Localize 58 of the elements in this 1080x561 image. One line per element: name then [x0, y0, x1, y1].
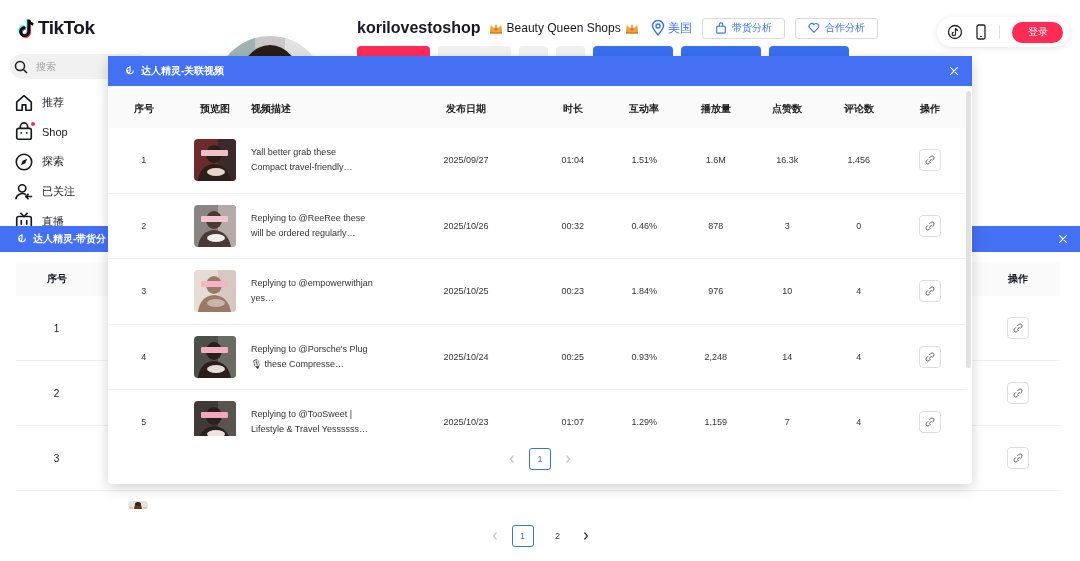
table-cell-text: 1.84% — [630, 286, 658, 297]
table-cell-text: 2 — [52, 387, 61, 399]
column-header: 点赞数 — [771, 102, 804, 116]
table-cell-text: 1 — [140, 155, 148, 166]
video-description: Yall better grab these Compact travel-friendly… — [251, 146, 354, 175]
video-description: Replying to @TooSweet | Lifestyle & Travel Yessssss… — [251, 408, 370, 436]
table-cell-text: 5 — [140, 417, 148, 428]
logo-text: TikTok — [38, 17, 95, 39]
column-header: 播放量 — [699, 102, 732, 116]
table-cell-text: 3 — [783, 220, 791, 231]
table-cell-text: 976 — [707, 286, 725, 297]
table-cell-text: 10 — [781, 286, 794, 297]
table-cell-text: 3 — [52, 452, 61, 464]
table-cell-text: 2025/10/24 — [442, 351, 490, 362]
table-cell-text: 0 — [855, 220, 863, 231]
table-cell-text: 2025/10/23 — [442, 417, 490, 428]
table-cell-text: 2025/10/26 — [442, 220, 490, 231]
table-cell-text: 00:32 — [560, 220, 585, 231]
table-cell-text: 878 — [707, 220, 725, 231]
table-cell-text: 16.3k — [775, 155, 800, 166]
table-cell-text: 1.51% — [630, 155, 658, 166]
table-cell-text: 1 — [52, 322, 61, 334]
table-cell-text: 0.93% — [630, 351, 658, 362]
column-header: 评论数 — [842, 102, 875, 116]
table-cell-text: 01:04 — [560, 155, 585, 166]
table-cell-text: 2,248 — [703, 351, 728, 362]
table-cell-text: 1,456 — [846, 155, 871, 166]
table-cell-text: 2025/09/27 — [442, 155, 490, 166]
video-description: Replying to @empowerwithjan yes… — [251, 277, 373, 306]
table-cell-text: 4 — [855, 351, 863, 362]
table-cell-text: 4 — [855, 286, 863, 297]
table-cell-text: 3 — [140, 286, 148, 297]
region-label: 美国 — [667, 19, 692, 37]
table-cell-text: 2 — [140, 220, 148, 231]
table-cell-text: 14 — [781, 351, 794, 362]
video-description: Replying to @ReeRee these will be ordered regularly… — [251, 211, 367, 240]
table-cell-text: 1.29% — [630, 417, 658, 428]
video-description: Replying to @Porsche's Plug 🎙 these Compresse… — [251, 342, 369, 371]
table-cell-text: 01:07 — [560, 417, 585, 428]
column-header: 序号 — [45, 272, 68, 286]
column-header: 发布日期 — [445, 102, 487, 116]
username: korilovestoshop — [357, 19, 481, 37]
table-cell-text: 2025/10/25 — [442, 286, 490, 297]
column-header: 操作 — [1006, 272, 1029, 286]
shop-name: Beauty Queen Shops — [506, 21, 621, 35]
table-cell-text: 4 — [855, 417, 863, 428]
table-cell-text: 4 — [140, 351, 148, 362]
column-header: 互动率 — [628, 102, 661, 116]
table-cell-text: 00:23 — [560, 286, 585, 297]
table-cell-text: 00:25 — [560, 351, 585, 362]
table-cell-text: 0.46% — [630, 220, 658, 231]
table-cell-text: 7 — [783, 417, 791, 428]
column-header: 时长 — [561, 102, 584, 116]
column-header: 序号 — [132, 102, 155, 116]
dialog-title: 达人精灵-带货分 — [33, 232, 107, 246]
table-cell-text: 1,159 — [703, 417, 728, 428]
column-header: 操作 — [919, 102, 942, 116]
table-cell-text: 1.6M — [704, 155, 727, 166]
